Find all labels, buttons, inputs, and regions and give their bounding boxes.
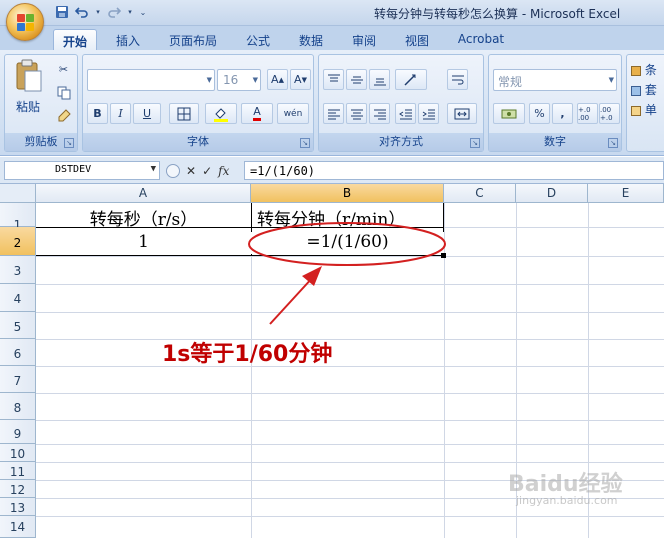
- number-launcher-icon[interactable]: ↘: [608, 138, 618, 148]
- enter-icon[interactable]: ✓: [202, 164, 212, 178]
- font-group: ▼ 16 ▼ A ▲ A ▼ B I U A wén 字体 ↘: [82, 54, 314, 152]
- undo-dropdown-icon[interactable]: ▾: [94, 4, 102, 20]
- align-right-icon[interactable]: [369, 103, 390, 124]
- conditional-format-button[interactable]: 条: [631, 61, 657, 78]
- formula-bar: DSTDEV ▼ ✕ ✓ fx =1/(1/60): [0, 157, 664, 184]
- align-left-icon[interactable]: [323, 103, 344, 124]
- tab-insert[interactable]: 插入: [106, 29, 150, 50]
- ribbon-tab-bar: 开始 插入 页面布局 公式 数据 审阅 视图 Acrobat: [0, 26, 664, 50]
- window-title: 转每分钟与转每秒怎么换算 - Microsoft Excel: [374, 7, 621, 21]
- merge-center-icon[interactable]: [447, 103, 477, 124]
- paste-icon: [16, 59, 42, 92]
- format-painter-icon[interactable]: [53, 105, 74, 126]
- font-color-glyph: A: [253, 106, 261, 121]
- alignment-group: 对齐方式 ↘: [318, 54, 484, 152]
- chevron-down-icon: ▼: [206, 76, 212, 84]
- format-table-icon: [631, 85, 641, 96]
- tab-home[interactable]: 开始: [53, 29, 97, 50]
- formula-buttons: ✕ ✓ fx: [166, 161, 229, 180]
- formula-input[interactable]: =1/(1/60): [244, 161, 664, 180]
- quick-access-toolbar: ▾ ▾ ⌄: [54, 4, 148, 20]
- number-format-value: 常规: [498, 75, 523, 89]
- align-top-icon[interactable]: [323, 69, 344, 90]
- number-group: 常规 ▼ % , +.0 .00 .00 +.0 数字 ↘: [488, 54, 622, 152]
- tab-formulas[interactable]: 公式: [236, 29, 280, 50]
- redo-dropdown-icon[interactable]: ▾: [126, 4, 134, 20]
- cell-styles-icon: [631, 105, 641, 116]
- annotation-text: 1s等于1/60分钟: [162, 342, 333, 367]
- styles-item3-label: 单: [644, 103, 657, 117]
- decrease-indent-icon[interactable]: [395, 103, 416, 124]
- font-size-value: 16: [223, 73, 239, 87]
- font-color-button[interactable]: A: [241, 103, 273, 124]
- name-box-value: DSTDEV: [55, 164, 92, 175]
- grow-font-icon[interactable]: A ▲: [267, 69, 288, 90]
- number-group-label: 数字: [489, 133, 621, 151]
- tab-review[interactable]: 审阅: [342, 29, 386, 50]
- orientation-icon[interactable]: [395, 69, 427, 90]
- tab-view[interactable]: 视图: [395, 29, 439, 50]
- format-as-table-button[interactable]: 套: [631, 81, 657, 98]
- baidu-watermark-url: jingyan.baidu.com: [516, 494, 618, 507]
- underline-button[interactable]: U: [133, 103, 161, 124]
- clipboard-launcher-icon[interactable]: ↘: [64, 138, 74, 148]
- decrease-decimal-button[interactable]: .00 +.0: [599, 103, 620, 124]
- alignment-group-label: 对齐方式: [319, 133, 483, 151]
- insert-function-icon[interactable]: fx: [218, 164, 229, 178]
- office-logo-icon: [17, 14, 35, 32]
- align-bottom-icon[interactable]: [369, 69, 390, 90]
- align-middle-icon[interactable]: [346, 69, 367, 90]
- formula-bar-handle-icon: [166, 163, 180, 178]
- align-center-icon[interactable]: [346, 103, 367, 124]
- customize-toolbar-icon[interactable]: ⌄: [138, 4, 148, 20]
- font-size-select[interactable]: 16 ▼: [217, 69, 261, 91]
- tab-acrobat[interactable]: Acrobat: [450, 29, 512, 50]
- tab-data[interactable]: 数据: [289, 29, 333, 50]
- undo-icon[interactable]: [74, 4, 90, 20]
- borders-icon[interactable]: [169, 103, 199, 124]
- increase-indent-icon[interactable]: [418, 103, 439, 124]
- phonetic-guide-button[interactable]: wén: [277, 103, 309, 124]
- comma-style-button[interactable]: ,: [552, 103, 573, 124]
- name-box[interactable]: DSTDEV ▼: [4, 161, 160, 180]
- accounting-format-icon[interactable]: [493, 103, 525, 124]
- conditional-format-icon: [631, 65, 641, 76]
- number-format-select[interactable]: 常规 ▼: [493, 69, 617, 91]
- cut-icon[interactable]: ✂: [53, 59, 74, 80]
- office-button[interactable]: [6, 3, 44, 41]
- fill-color-icon[interactable]: [205, 103, 237, 124]
- annotation-arrow-icon: [269, 266, 322, 325]
- ribbon: 粘贴 ✂ 剪贴板 ↘ ▼ 16 ▼ A ▲ A ▼ B I U A wén 字体…: [0, 50, 664, 156]
- font-name-select[interactable]: ▼: [87, 69, 215, 91]
- styles-group: 条 套 单: [626, 54, 664, 152]
- chevron-down-icon: ▼: [608, 76, 614, 84]
- cancel-icon[interactable]: ✕: [186, 164, 196, 178]
- styles-item1-label: 条: [644, 63, 657, 77]
- clipboard-group: 粘贴 ✂ 剪贴板 ↘: [4, 54, 78, 152]
- font-group-label: 字体: [83, 133, 313, 151]
- styles-item2-label: 套: [644, 83, 657, 97]
- title-bar: ▾ ▾ ⌄ 转每分钟与转每秒怎么换算 - Microsoft Excel: [0, 0, 664, 41]
- paste-label: 粘贴: [15, 100, 40, 114]
- copy-icon[interactable]: [53, 82, 74, 103]
- highlight-ellipse: [248, 222, 446, 266]
- chevron-down-icon: ▼: [252, 76, 258, 84]
- increase-decimal-button[interactable]: +.0 .00: [577, 103, 598, 124]
- font-launcher-icon[interactable]: ↘: [300, 138, 310, 148]
- cell-styles-button[interactable]: 单: [631, 101, 657, 118]
- redo-icon[interactable]: [106, 4, 122, 20]
- tab-page-layout[interactable]: 页面布局: [160, 29, 226, 50]
- italic-button[interactable]: I: [110, 103, 131, 124]
- wrap-text-icon[interactable]: [447, 69, 468, 90]
- percent-button[interactable]: %: [529, 103, 550, 124]
- save-icon[interactable]: [54, 4, 70, 20]
- bold-button[interactable]: B: [87, 103, 108, 124]
- shrink-font-icon[interactable]: A ▼: [290, 69, 311, 90]
- chevron-down-icon: ▼: [150, 164, 156, 174]
- alignment-launcher-icon[interactable]: ↘: [470, 138, 480, 148]
- paste-button[interactable]: 粘贴: [11, 59, 45, 125]
